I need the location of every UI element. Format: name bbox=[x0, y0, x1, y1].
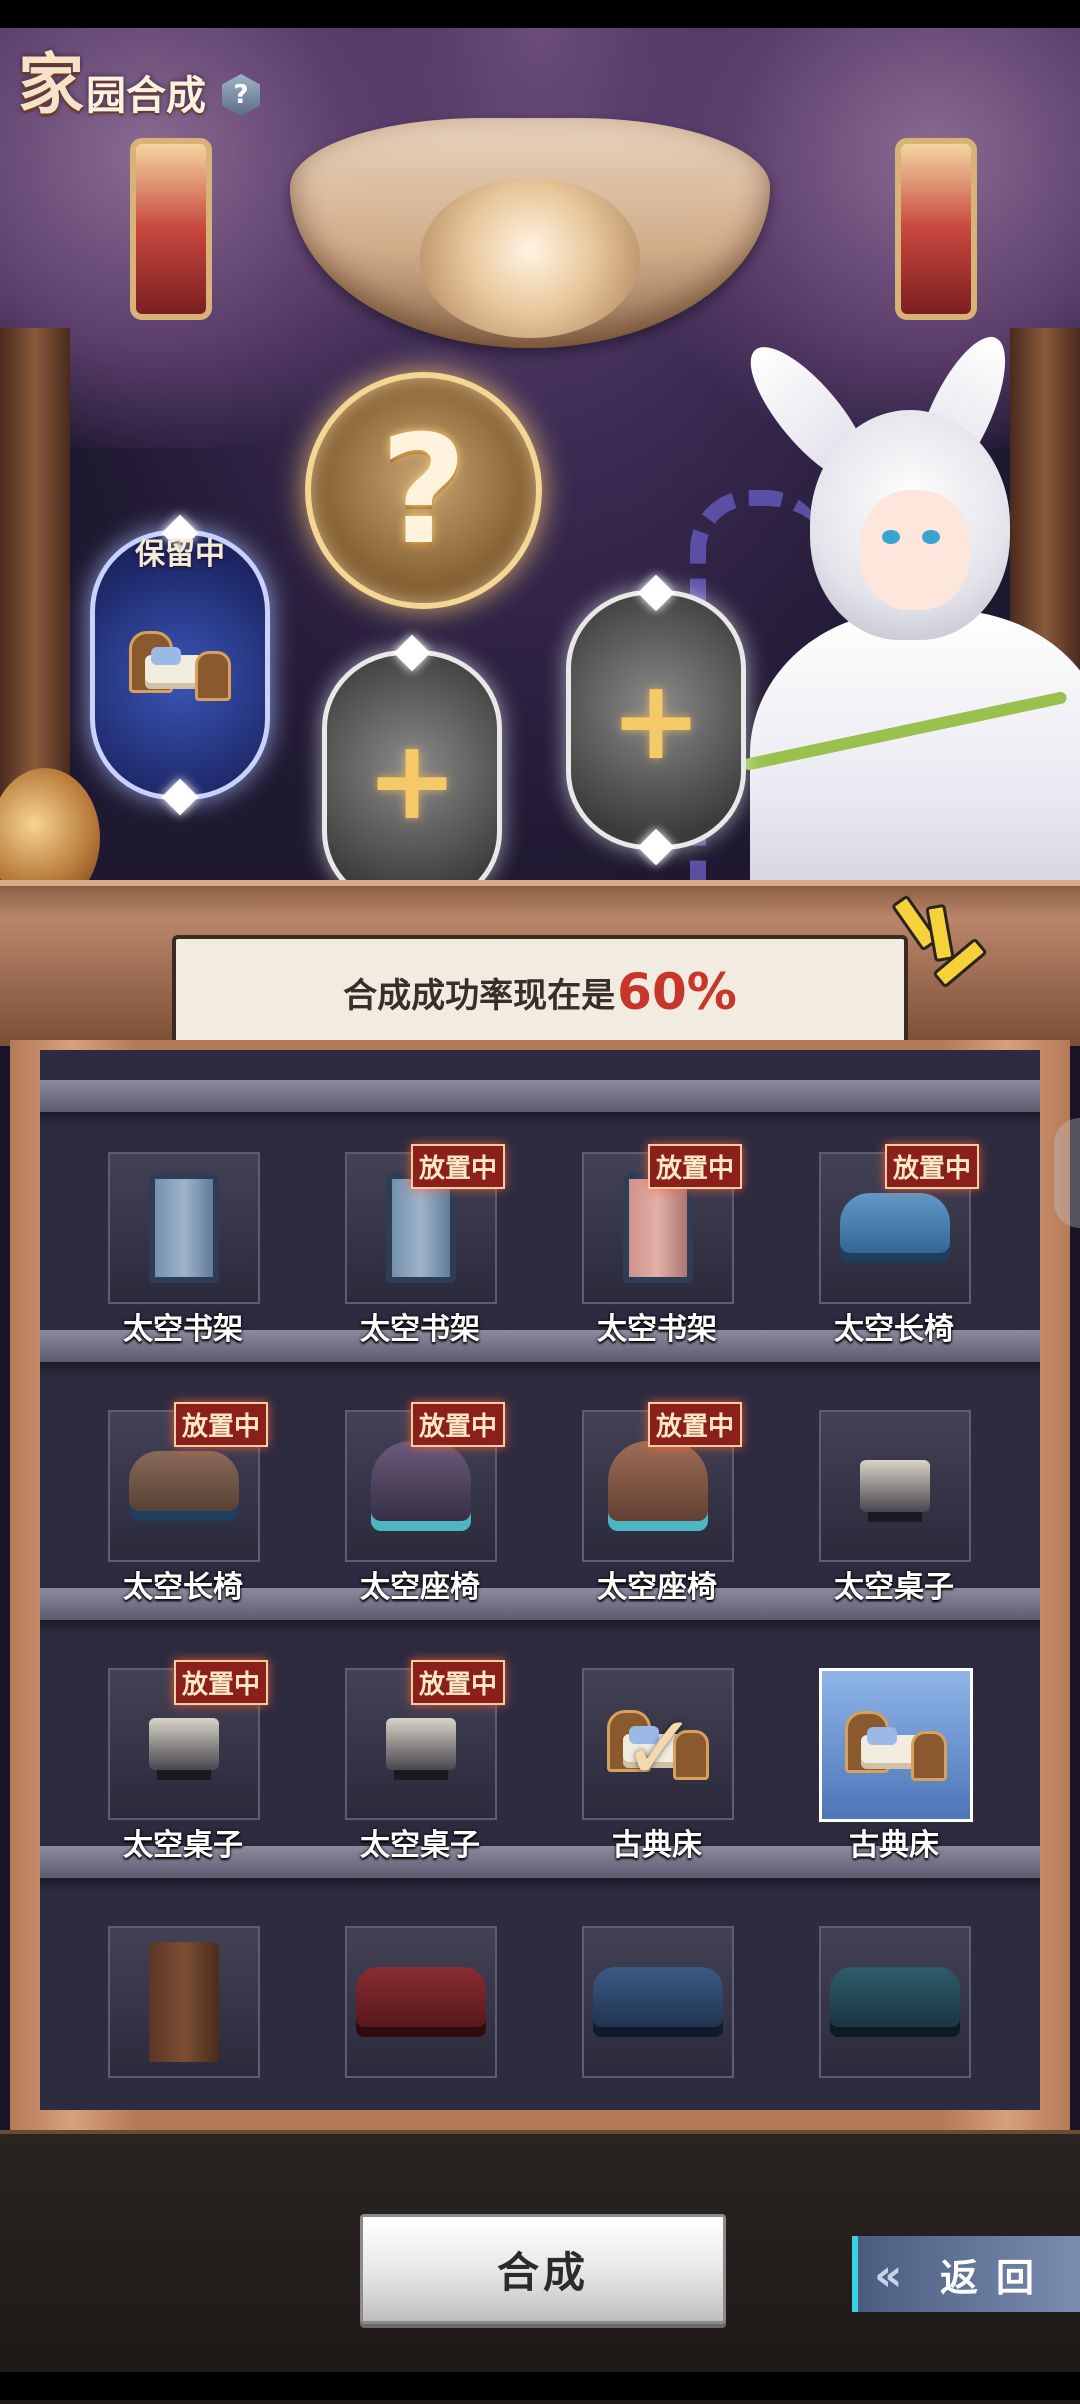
placed-tag: 放置中 bbox=[410, 1660, 505, 1705]
plus-icon: + bbox=[365, 716, 459, 844]
result-slot-mystery[interactable]: ? bbox=[305, 372, 542, 609]
character-face bbox=[860, 490, 970, 610]
kept-label: 保留中 bbox=[135, 537, 225, 572]
furniture-label: 太空桌子 bbox=[123, 1828, 243, 1863]
material-slot-3[interactable]: + bbox=[566, 574, 746, 866]
furniture-label: 古典床 bbox=[612, 1828, 702, 1863]
character-illustration bbox=[690, 325, 1080, 942]
success-rate-text: 合成成功率现在是 bbox=[343, 975, 616, 1016]
furniture-item[interactable]: 放置中太空座椅 bbox=[315, 1398, 535, 1618]
lantern-left bbox=[130, 138, 212, 320]
placed-tag: 放置中 bbox=[884, 1144, 979, 1189]
placed-tag: 放置中 bbox=[173, 1660, 268, 1705]
furniture-label: 太空书架 bbox=[597, 1312, 717, 1347]
furniture-item[interactable] bbox=[315, 1914, 535, 2110]
status-bar bbox=[0, 0, 1080, 28]
placed-tag: 放置中 bbox=[410, 1144, 505, 1189]
furniture-item[interactable]: 太空书架 bbox=[78, 1140, 298, 1360]
furniture-label: 太空座椅 bbox=[360, 1570, 480, 1605]
furniture-sofa-blue-icon bbox=[582, 1926, 734, 2078]
lantern-right bbox=[895, 138, 977, 320]
furniture-item[interactable]: 放置中太空书架 bbox=[552, 1140, 772, 1360]
checkmark-icon: ✓ bbox=[622, 1696, 698, 1801]
success-rate-banner: 合成成功率现在是 60% bbox=[172, 935, 908, 1049]
character-eye-right bbox=[922, 530, 940, 544]
furniture-item[interactable]: 放置中太空座椅 bbox=[552, 1398, 772, 1618]
side-scroll-handle[interactable] bbox=[1054, 1118, 1080, 1228]
furniture-item[interactable] bbox=[789, 1914, 1009, 2110]
furniture-item[interactable]: ✓ 古典床 bbox=[552, 1656, 772, 1876]
craft-button[interactable]: 合成 bbox=[360, 2214, 726, 2324]
furniture-label: 太空长椅 bbox=[834, 1312, 954, 1347]
placed-tag: 放置中 bbox=[647, 1402, 742, 1447]
back-button[interactable]: « 返回 bbox=[852, 2236, 1080, 2312]
placed-tag: 放置中 bbox=[647, 1144, 742, 1189]
plus-icon: + bbox=[609, 656, 703, 784]
furniture-label: 太空书架 bbox=[360, 1312, 480, 1347]
back-button-label: 返回 bbox=[939, 2255, 1052, 2300]
question-mark-icon: ? bbox=[379, 403, 467, 578]
furniture-item[interactable]: 放置中太空书架 bbox=[315, 1140, 535, 1360]
furniture-item[interactable] bbox=[78, 1914, 298, 2110]
furniture-sofa-teal-icon bbox=[819, 1926, 971, 2078]
success-rate-value: 60% bbox=[617, 963, 737, 1021]
furniture-item[interactable]: 放置中太空长椅 bbox=[78, 1398, 298, 1618]
shelf-divider bbox=[40, 1080, 1040, 1112]
material-slot-2[interactable]: + bbox=[322, 634, 502, 926]
furniture-item[interactable]: 古典床 bbox=[789, 1656, 1009, 1876]
furniture-table-icon bbox=[819, 1410, 971, 1562]
furniture-grid: 太空书架 放置中 太空书架 放置中 太空书架 放置中 太空长椅 放置中 太空长椅 放置中 太空座椅放… bbox=[40, 1050, 1040, 2110]
furniture-item[interactable]: 太空桌子 bbox=[789, 1398, 1009, 1618]
title-big-char: 家 bbox=[18, 46, 84, 123]
placed-tag: 放置中 bbox=[173, 1402, 268, 1447]
back-arrow-icon: « bbox=[874, 2250, 903, 2301]
furniture-shelf-icon bbox=[108, 1152, 260, 1304]
furniture-label: 太空座椅 bbox=[597, 1570, 717, 1605]
furniture-label: 古典床 bbox=[849, 1828, 939, 1863]
bed-icon bbox=[125, 625, 235, 705]
ornament-center bbox=[420, 178, 640, 338]
title-text: 园合成 bbox=[86, 73, 206, 119]
page-title: 家 园合成 ? bbox=[18, 52, 260, 118]
furniture-item[interactable]: 放置中太空桌子 bbox=[315, 1656, 535, 1876]
navigation-bar bbox=[0, 2372, 1080, 2400]
help-icon[interactable]: ? bbox=[222, 74, 260, 116]
material-slot-kept[interactable]: 保留中 bbox=[90, 514, 270, 816]
furniture-wardrobe-icon bbox=[108, 1926, 260, 2078]
furniture-item[interactable] bbox=[552, 1914, 772, 2110]
furniture-item[interactable]: 放置中太空桌子 bbox=[78, 1656, 298, 1876]
furniture-label: 太空书架 bbox=[123, 1312, 243, 1347]
furniture-sofa-red-icon bbox=[345, 1926, 497, 2078]
furniture-label: 太空长椅 bbox=[123, 1570, 243, 1605]
character-eye-left bbox=[882, 530, 900, 544]
placed-tag: 放置中 bbox=[410, 1402, 505, 1447]
furniture-item[interactable]: 放置中太空长椅 bbox=[789, 1140, 1009, 1360]
furniture-bed-icon bbox=[819, 1668, 973, 1822]
furniture-label: 太空桌子 bbox=[360, 1828, 480, 1863]
furniture-label: 太空桌子 bbox=[834, 1570, 954, 1605]
